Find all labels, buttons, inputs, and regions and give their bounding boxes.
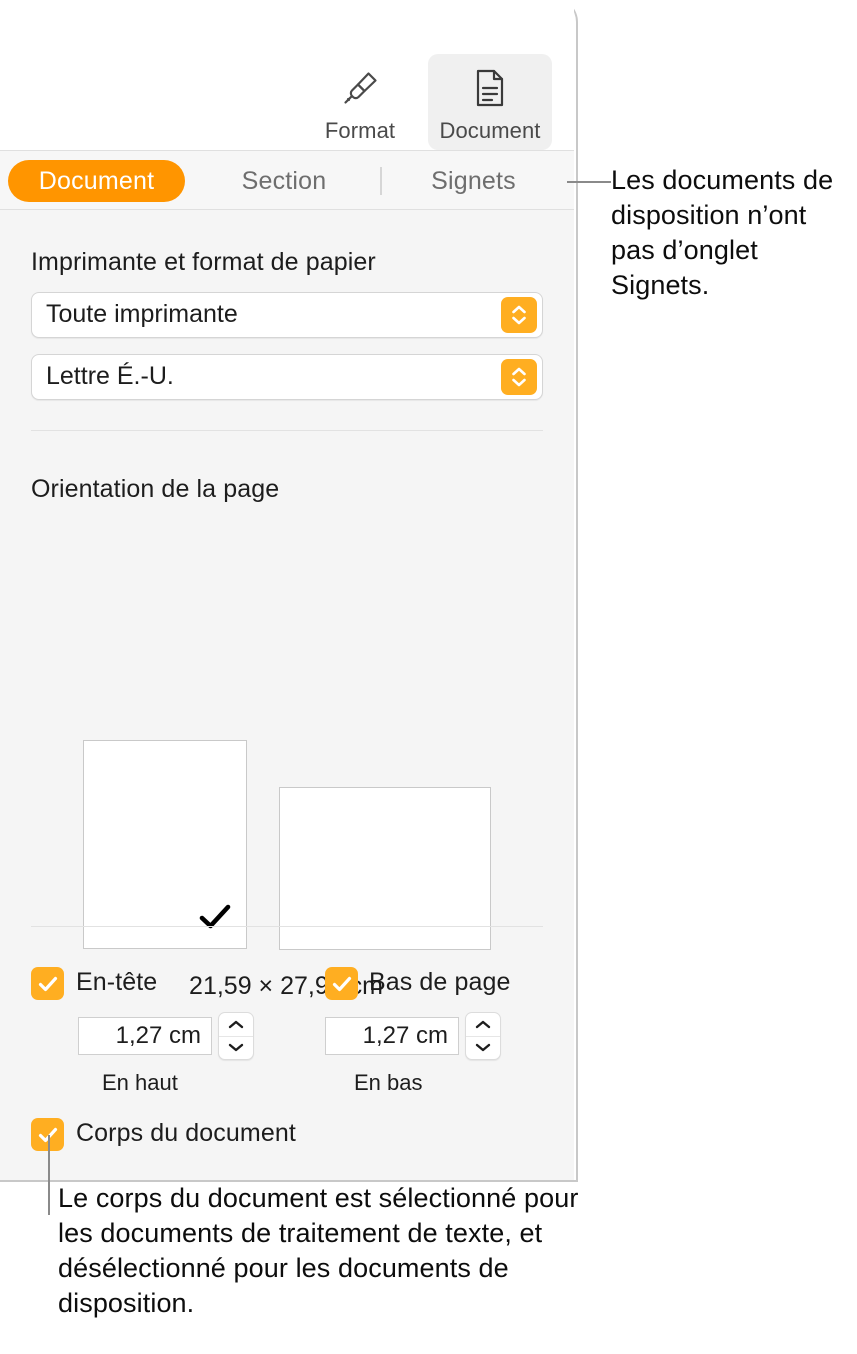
printer-section-title: Imprimante et format de papier (31, 248, 376, 276)
document-body-checkbox-label: Corps du document (76, 1119, 296, 1147)
checkmark-icon (198, 900, 232, 934)
footer-checkbox-label: Bas de page (369, 968, 511, 996)
printer-popup-button[interactable]: Toute imprimante (31, 292, 543, 338)
document-page-icon (470, 60, 510, 116)
chevron-down-icon[interactable] (466, 1037, 500, 1060)
tab-section[interactable]: Section (213, 160, 355, 202)
chevron-down-icon[interactable] (219, 1037, 253, 1060)
footer-margin-sublabel: En bas (354, 1070, 423, 1095)
header-checkbox-label: En-tête (76, 968, 158, 996)
checkmark-icon (38, 976, 57, 991)
checkmark-icon (332, 976, 351, 991)
callout-text-top: Les documents de disposition n’ont pas d… (611, 165, 834, 300)
footer-checkbox[interactable] (325, 967, 358, 1000)
header-checkbox[interactable] (31, 967, 64, 1000)
updown-chevrons-icon (501, 359, 537, 395)
paintbrush-icon (338, 60, 382, 116)
updown-chevrons-icon (501, 297, 537, 333)
callout-leader-line-bottom (48, 1135, 50, 1215)
tab-divider (380, 167, 382, 195)
section-separator-1 (31, 430, 543, 431)
header-margin-sublabel: En haut (102, 1070, 178, 1095)
toolbar-button-format-label: Format (324, 118, 396, 143)
footer-margin-stepper[interactable] (465, 1012, 501, 1060)
toolbar-button-document-label: Document (439, 118, 541, 143)
section-separator-2 (31, 926, 543, 927)
document-inspector-panel: Format Document Document Section Signets… (0, 0, 578, 1182)
callout-leader-line-top (567, 181, 611, 183)
tab-signets[interactable]: Signets (402, 160, 545, 202)
paper-size-popup-button[interactable]: Lettre É.-U. (31, 354, 543, 400)
chevron-up-icon[interactable] (466, 1013, 500, 1037)
header-margin-input[interactable]: 1,27 cm (78, 1017, 212, 1055)
inspector-content: Imprimante et format de papier Toute imp… (0, 210, 574, 1180)
orientation-section-title: Orientation de la page (31, 475, 280, 503)
header-margin-stepper[interactable] (218, 1012, 254, 1060)
footer-margin-input[interactable]: 1,27 cm (325, 1017, 459, 1055)
chevron-up-icon[interactable] (219, 1013, 253, 1037)
toolbar-button-document[interactable]: Document (428, 54, 552, 150)
inspector-toolbar: Format Document (0, 0, 574, 150)
callout-text-bottom: Le corps du document est sélectionné pou… (58, 1183, 579, 1318)
inspector-tab-bar: Document Section Signets (0, 150, 574, 210)
tab-document[interactable]: Document (8, 160, 185, 202)
paper-size-popup-value: Lettre É.-U. (46, 362, 174, 390)
toolbar-button-format[interactable]: Format (298, 54, 422, 150)
printer-popup-value: Toute imprimante (46, 300, 238, 328)
